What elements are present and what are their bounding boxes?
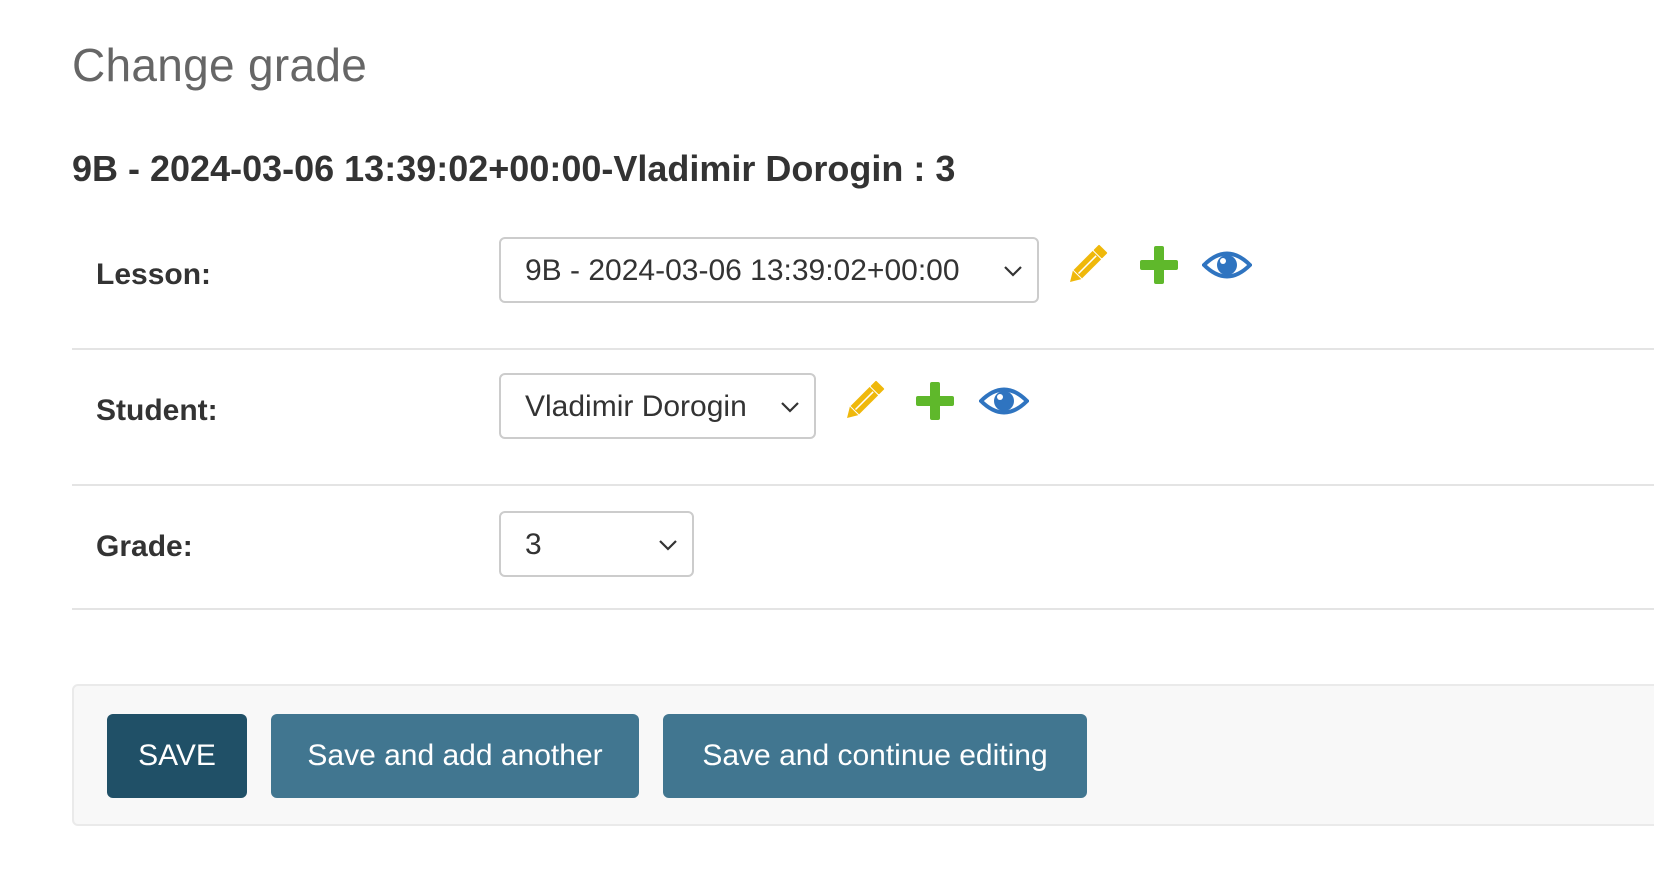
page-title: Change grade: [72, 39, 368, 91]
object-title: 9B - 2024-03-06 13:39:02+00:00-Vladimir …: [72, 148, 956, 189]
chevron-down-icon: [781, 402, 799, 413]
lesson-select[interactable]: 9B - 2024-03-06 13:39:02+00:00: [499, 237, 1039, 303]
save-and-add-another-button[interactable]: Save and add another: [271, 714, 639, 798]
chevron-down-icon: [1004, 266, 1022, 277]
submit-row: SAVE Save and add another Save and conti…: [72, 684, 1654, 826]
add-plus-icon[interactable]: [1134, 240, 1184, 290]
grade-label: Grade:: [96, 530, 193, 563]
form-row-student: Student: Vladimir Dorogin: [72, 350, 1654, 486]
edit-pencil-icon[interactable]: [839, 376, 889, 426]
student-select-value: Vladimir Dorogin: [525, 390, 747, 423]
student-select[interactable]: Vladimir Dorogin: [499, 373, 816, 439]
chevron-down-icon: [659, 540, 677, 551]
grade-select-value: 3: [525, 528, 542, 561]
student-label: Student:: [96, 394, 218, 427]
grade-select[interactable]: 3: [499, 511, 694, 577]
view-eye-icon[interactable]: [1202, 240, 1252, 290]
save-button[interactable]: SAVE: [107, 714, 247, 798]
form-row-lesson: Lesson: 9B - 2024-03-06 13:39:02+00:00: [72, 214, 1654, 350]
add-plus-icon[interactable]: [910, 376, 960, 426]
edit-pencil-icon[interactable]: [1062, 240, 1112, 290]
save-and-continue-editing-button[interactable]: Save and continue editing: [663, 714, 1087, 798]
form-row-grade: Grade: 3: [72, 486, 1654, 610]
view-eye-icon[interactable]: [979, 376, 1029, 426]
lesson-select-value: 9B - 2024-03-06 13:39:02+00:00: [525, 254, 960, 287]
lesson-label: Lesson:: [96, 258, 212, 291]
change-form-page: Change grade 9B - 2024-03-06 13:39:02+00…: [0, 0, 1654, 895]
